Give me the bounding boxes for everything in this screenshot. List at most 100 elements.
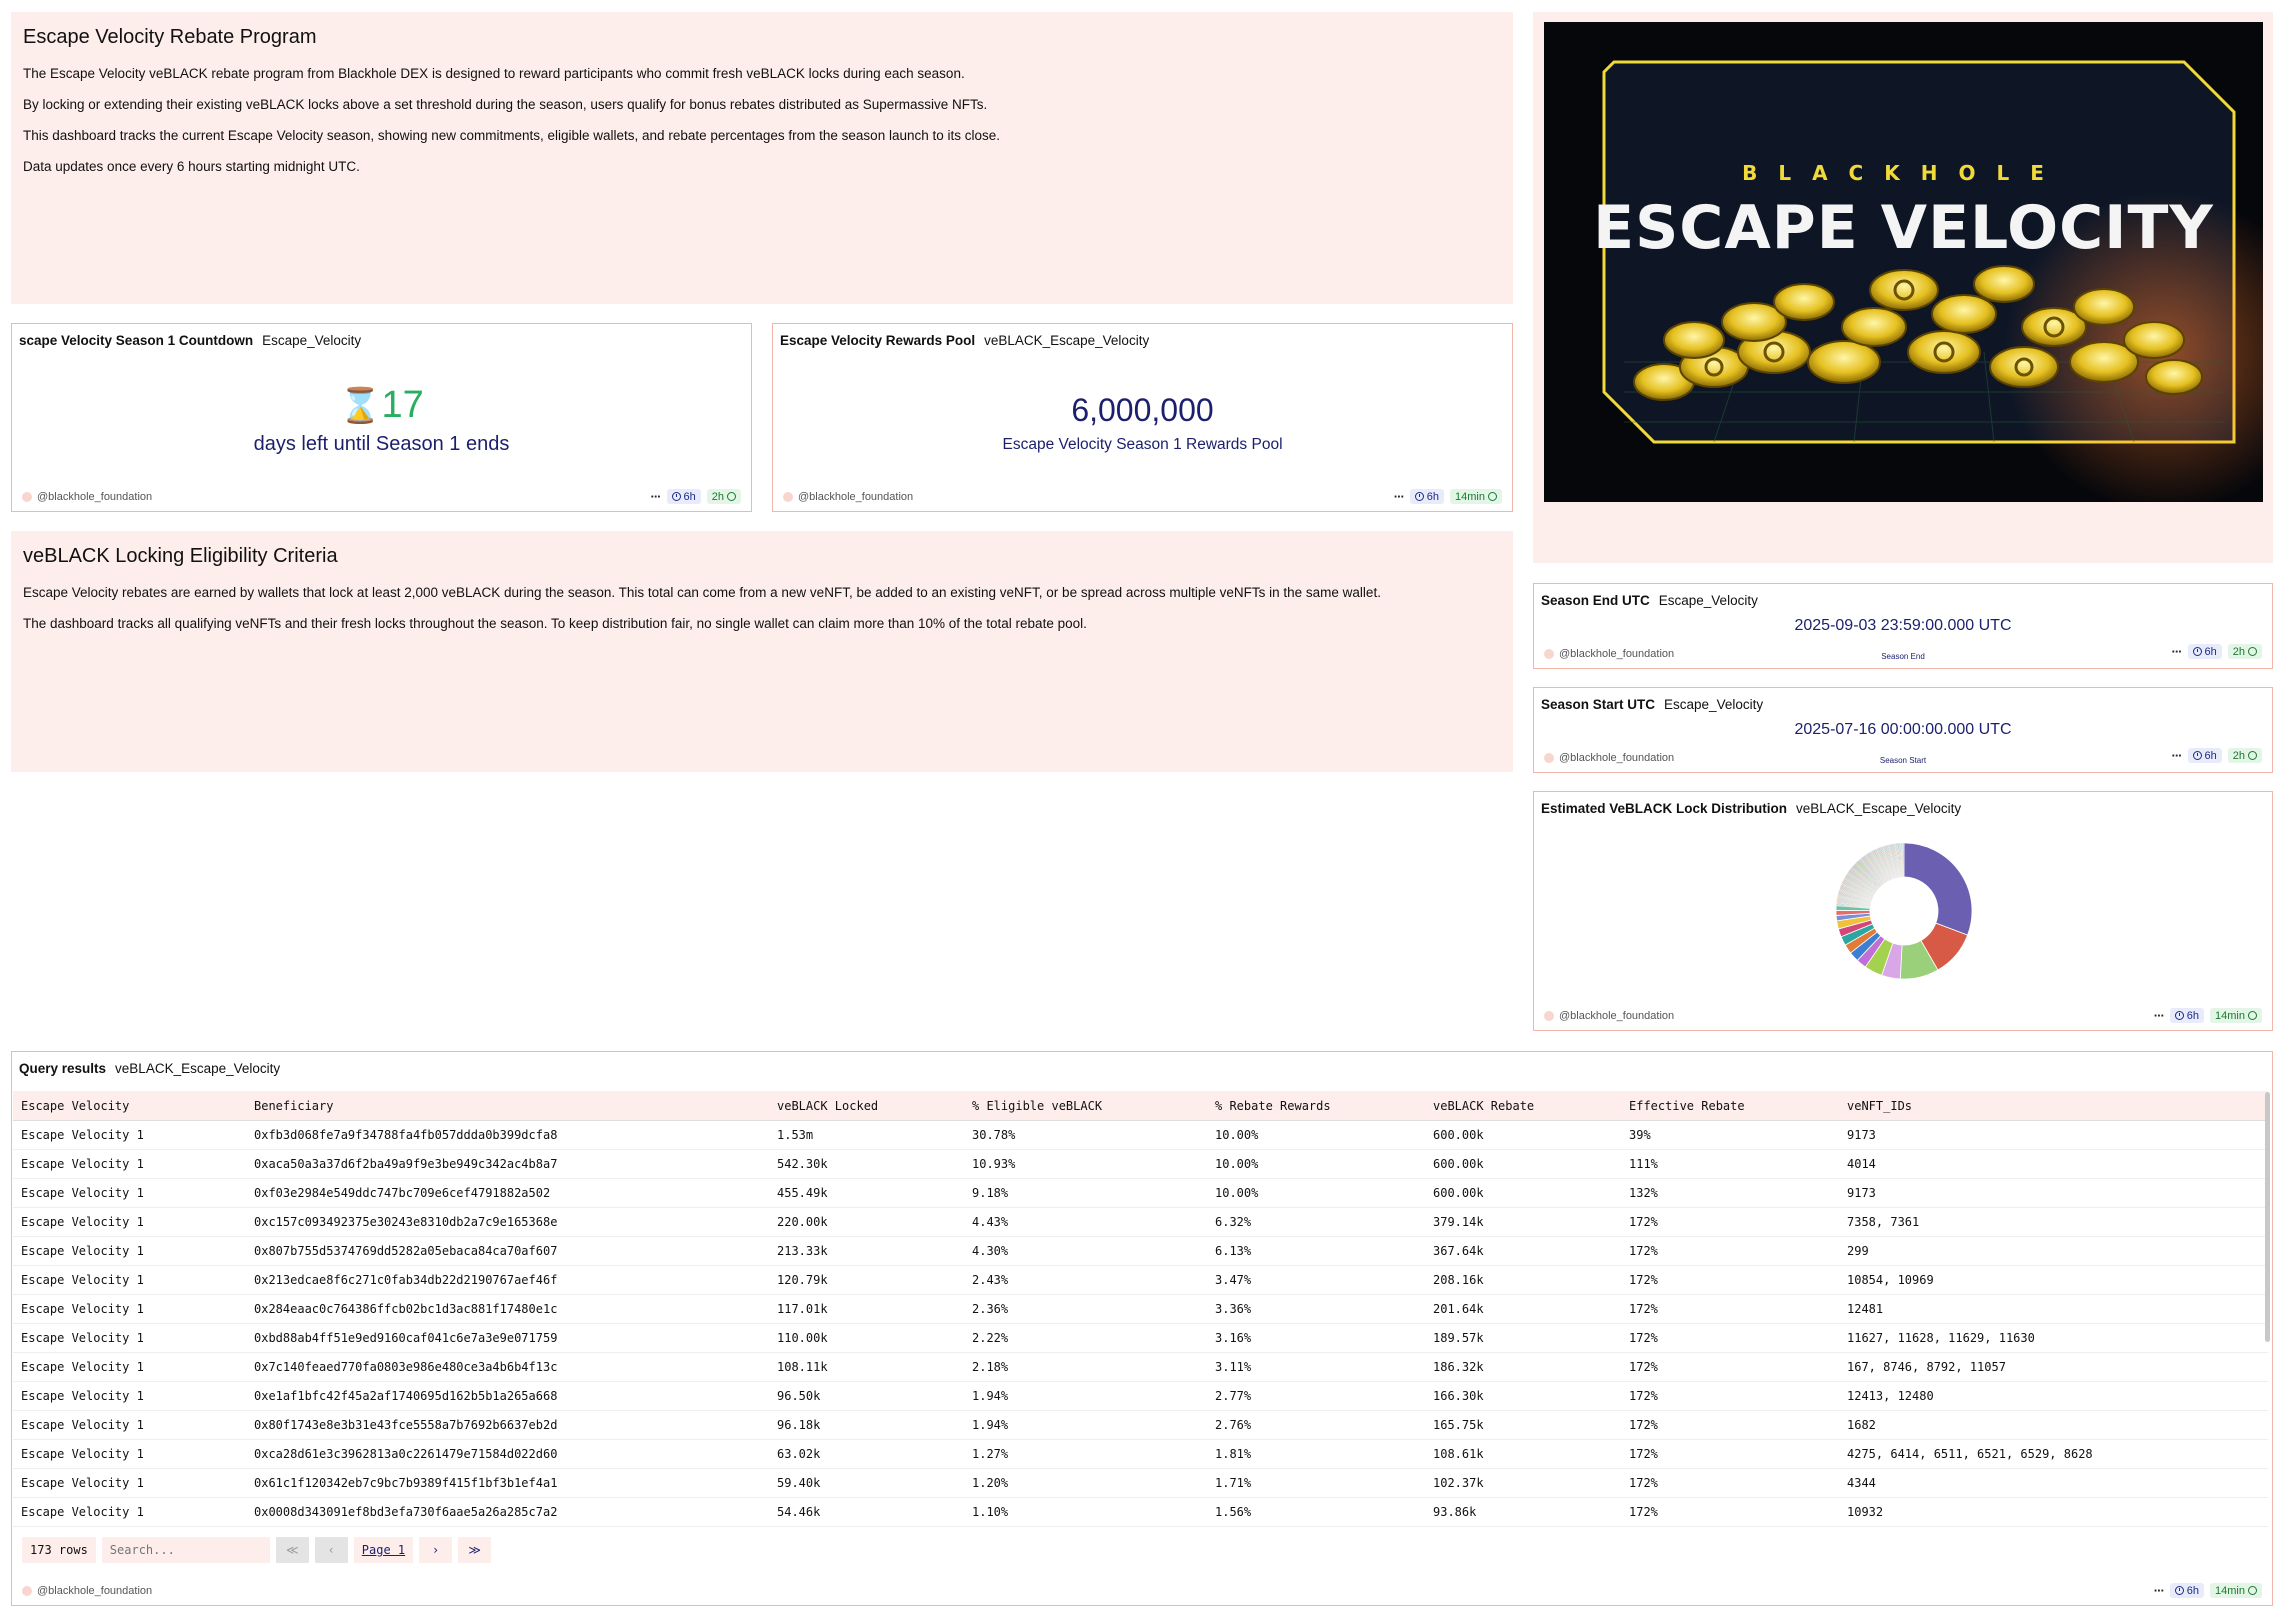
- table-cell: Escape Velocity 1: [13, 1352, 246, 1382]
- donut-slice[interactable]: [1903, 842, 1973, 936]
- clock-icon: [2174, 1011, 2184, 1020]
- table-header-row: Escape Velocity Beneficiary veBLACK Lock…: [13, 1091, 2268, 1121]
- table-row[interactable]: Escape Velocity 1 0x213edcae8f6c271c0fab3…: [13, 1265, 2268, 1295]
- last-page-button[interactable]: ≫: [458, 1537, 492, 1563]
- card-title[interactable]: Season Start UTC: [1541, 697, 1655, 712]
- table-cell: Escape Velocity 1: [13, 1439, 246, 1469]
- table-cell: 0x284eaac0c764386ffcb02bc1d3ac881f17480e…: [246, 1294, 769, 1324]
- table-cell: 455.49k: [769, 1178, 964, 1208]
- avatar: [22, 492, 32, 502]
- search-input[interactable]: [101, 1537, 270, 1563]
- rewards-pool-card: Escape Velocity Rewards Pool veBLACK_Esca…: [772, 323, 1513, 512]
- table-cell: 172%: [1621, 1265, 1839, 1295]
- table-scrollbar[interactable]: [2265, 1092, 2270, 1342]
- table-row[interactable]: Escape Velocity 1 0xfb3d068fe7a9f34788fa4…: [13, 1120, 2268, 1150]
- table-cell: 2.76%: [1207, 1410, 1425, 1440]
- column-header[interactable]: Effective Rebate: [1621, 1091, 1839, 1121]
- card-title[interactable]: scape Velocity Season 1 Countdown: [19, 333, 253, 348]
- column-header[interactable]: veNFT_IDs: [1839, 1091, 2268, 1121]
- table-cell: 9173: [1839, 1178, 2268, 1208]
- more-options-icon[interactable]: ···: [1394, 489, 1405, 504]
- more-options-icon[interactable]: ···: [651, 489, 662, 504]
- query-name[interactable]: Escape_Velocity: [1664, 697, 1763, 712]
- schedule-badge[interactable]: 6h: [2169, 1583, 2205, 1598]
- query-name[interactable]: Escape_Velocity: [262, 333, 361, 348]
- rewards-pool-caption: Escape Velocity Season 1 Rewards Pool: [1002, 436, 1283, 453]
- table-cell: 0x80f1743e8e3b31e43fce5558a7b7692b6637eb…: [246, 1410, 769, 1440]
- table-row[interactable]: Escape Velocity 1 0x284eaac0c764386ffcb02…: [13, 1294, 2268, 1324]
- table-row[interactable]: Escape Velocity 1 0x0008d343091ef8bd3efa7…: [13, 1497, 2268, 1527]
- row-count: 173 rows: [22, 1537, 96, 1563]
- table-cell: 9173: [1839, 1120, 2268, 1150]
- table-row[interactable]: Escape Velocity 1 0xc157c093492375e30243e…: [13, 1207, 2268, 1237]
- more-options-icon[interactable]: ···: [2154, 1583, 2165, 1598]
- column-header[interactable]: % Rebate Rewards: [1207, 1091, 1425, 1121]
- page-indicator[interactable]: Page 1: [353, 1537, 414, 1563]
- column-header[interactable]: Beneficiary: [246, 1091, 769, 1121]
- owner-handle[interactable]: @blackhole_foundation: [37, 1585, 152, 1597]
- schedule-badge[interactable]: 6h: [1409, 489, 1445, 504]
- table-row[interactable]: Escape Velocity 1 0xf03e2984e549ddc747bc7…: [13, 1178, 2268, 1208]
- schedule-badge[interactable]: 6h: [2187, 748, 2222, 763]
- card-title[interactable]: Escape Velocity Rewards Pool: [780, 333, 975, 348]
- freshness-badge[interactable]: 14min: [2210, 1008, 2262, 1023]
- table-cell: 172%: [1621, 1352, 1839, 1382]
- query-name[interactable]: veBLACK_Escape_Velocity: [984, 333, 1149, 348]
- freshness-badge[interactable]: 2h: [2227, 748, 2262, 763]
- table-cell: 1.20%: [964, 1468, 1207, 1498]
- query-name[interactable]: Escape_Velocity: [1659, 593, 1758, 608]
- schedule-badge[interactable]: 6h: [2187, 644, 2222, 659]
- owner-handle[interactable]: @blackhole_foundation: [1559, 1010, 1674, 1022]
- table-row[interactable]: Escape Velocity 1 0xbd88ab4ff51e9ed9160ca…: [13, 1323, 2268, 1353]
- table-row[interactable]: Escape Velocity 1 0xca28d61e3c3962813a0c2…: [13, 1439, 2268, 1469]
- card-footer: @blackhole_foundation ··· 6h 2h: [1544, 644, 2262, 662]
- column-header[interactable]: % Eligible veBLACK: [964, 1091, 1207, 1121]
- table-row[interactable]: Escape Velocity 1 0x7c140feaed770fa0803e9…: [13, 1352, 2268, 1382]
- next-page-button[interactable]: ›: [419, 1537, 453, 1563]
- prev-page-button[interactable]: ‹: [314, 1537, 348, 1563]
- query-name[interactable]: veBLACK_Escape_Velocity: [115, 1061, 280, 1076]
- owner-handle[interactable]: @blackhole_foundation: [798, 491, 913, 503]
- table-row[interactable]: Escape Velocity 1 0xaca50a3a37d6f2ba49a9f…: [13, 1149, 2268, 1179]
- table-cell: 102.37k: [1425, 1468, 1621, 1498]
- freshness-badge[interactable]: 14min: [1450, 489, 1502, 504]
- column-header[interactable]: veBLACK Rebate: [1425, 1091, 1621, 1121]
- table-cell: Escape Velocity 1: [13, 1410, 246, 1440]
- check-icon: [2248, 751, 2257, 760]
- table-cell: 111%: [1621, 1149, 1839, 1179]
- table-cell: 0xca28d61e3c3962813a0c2261479e71584d022d…: [246, 1439, 769, 1469]
- avatar: [22, 1586, 32, 1596]
- owner-handle[interactable]: @blackhole_foundation: [1559, 648, 1674, 660]
- first-page-button[interactable]: ≪: [275, 1537, 309, 1563]
- freshness-badge[interactable]: 2h: [2227, 644, 2262, 659]
- more-options-icon[interactable]: ···: [2172, 748, 2183, 763]
- card-title[interactable]: Query results: [19, 1061, 106, 1076]
- column-header[interactable]: veBLACK Locked: [769, 1091, 964, 1121]
- table-cell: 4275, 6414, 6511, 6521, 6529, 8628: [1839, 1439, 2268, 1469]
- table-row[interactable]: Escape Velocity 1 0x80f1743e8e3b31e43fce5…: [13, 1410, 2268, 1440]
- card-title[interactable]: Estimated VeBLACK Lock Distribution: [1541, 801, 1787, 816]
- check-icon: [2248, 1586, 2257, 1595]
- table-cell: 1.10%: [964, 1497, 1207, 1527]
- table-row[interactable]: Escape Velocity 1 0x61c1f120342eb7c9bc7b9…: [13, 1468, 2268, 1498]
- card-title[interactable]: Season End UTC: [1541, 593, 1650, 608]
- card-header: Query results veBLACK_Escape_Velocity: [19, 1061, 280, 1076]
- owner-handle[interactable]: @blackhole_foundation: [37, 491, 152, 503]
- check-icon: [1488, 492, 1497, 501]
- more-options-icon[interactable]: ···: [2154, 1008, 2165, 1023]
- query-name[interactable]: veBLACK_Escape_Velocity: [1796, 801, 1961, 816]
- freshness-badge[interactable]: 2h: [706, 489, 741, 504]
- table-cell: 0x61c1f120342eb7c9bc7b9389f415f1bf3b1ef4…: [246, 1468, 769, 1498]
- countdown-value: 17: [381, 384, 424, 426]
- table-row[interactable]: Escape Velocity 1 0x807b755d5374769dd5282…: [13, 1236, 2268, 1266]
- schedule-badge[interactable]: 6h: [2169, 1008, 2205, 1023]
- more-options-icon[interactable]: ···: [2172, 644, 2183, 659]
- table-row[interactable]: Escape Velocity 1 0xe1af1bfc42f45a2af1740…: [13, 1381, 2268, 1411]
- distribution-donut-chart[interactable]: [1834, 841, 1974, 981]
- table-cell: 12413, 12480: [1839, 1381, 2268, 1411]
- table-cell: 0xe1af1bfc42f45a2af1740695d162b5b1a265a6…: [246, 1381, 769, 1411]
- owner-handle[interactable]: @blackhole_foundation: [1559, 752, 1674, 764]
- schedule-badge[interactable]: 6h: [666, 489, 701, 504]
- freshness-badge[interactable]: 14min: [2210, 1583, 2262, 1598]
- column-header[interactable]: Escape Velocity: [13, 1091, 246, 1121]
